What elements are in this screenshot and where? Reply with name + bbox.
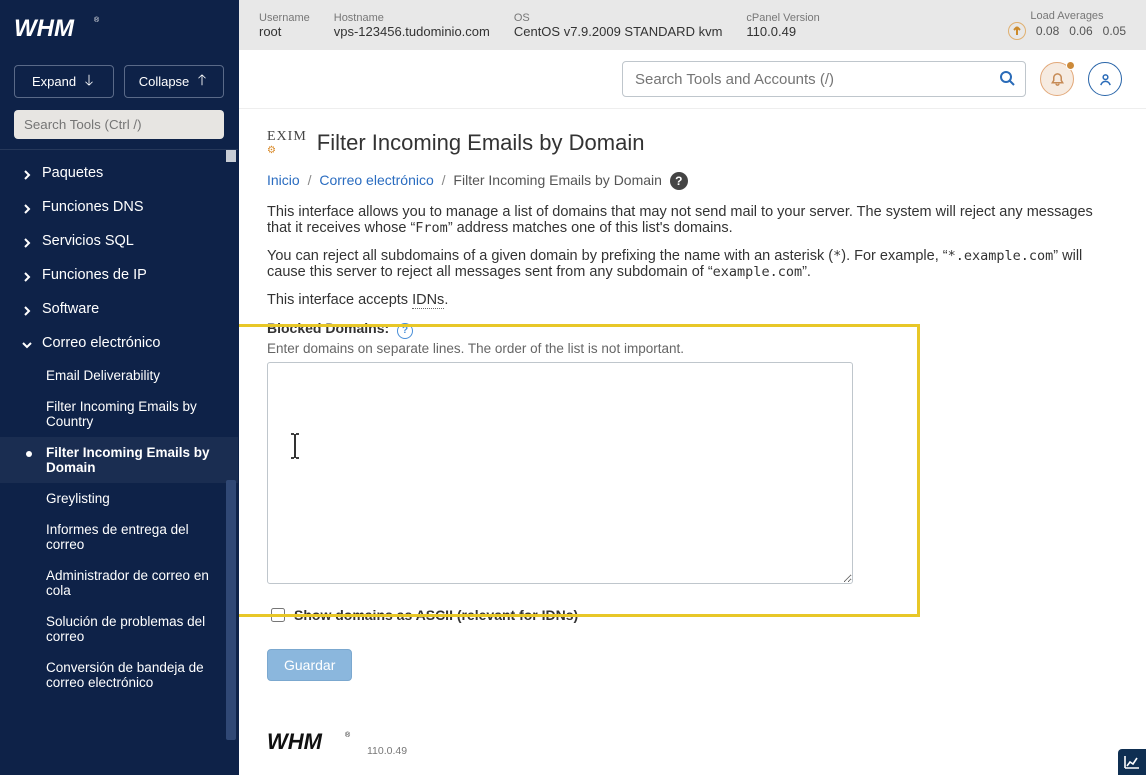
load-1: 0.08 <box>1036 24 1059 38</box>
intro-paragraph-1: This interface allows you to manage a li… <box>267 204 1116 236</box>
footer-version: 110.0.49 <box>367 745 407 757</box>
bell-icon <box>1050 72 1065 87</box>
chevron-down-icon <box>22 338 32 348</box>
nav-correo[interactable]: Correo electrónico <box>0 326 238 360</box>
scroll-thumb[interactable] <box>226 480 236 740</box>
load-averages: Load Averages 0.08 0.06 0.05 <box>1008 10 1126 40</box>
svg-text:®: ® <box>345 731 351 739</box>
nav-sub-informes-entrega[interactable]: Informes de entrega del correo <box>0 514 238 560</box>
notifications-button[interactable] <box>1040 62 1074 96</box>
nav-sub-filter-domain[interactable]: Filter Incoming Emails by Domain <box>0 437 238 483</box>
search-icon[interactable] <box>999 70 1015 89</box>
collapse-label: Collapse <box>139 74 190 89</box>
svg-text:WHM: WHM <box>14 15 75 42</box>
nav-sub-filter-country[interactable]: Filter Incoming Emails by Country <box>0 391 238 437</box>
footer-logo: WHM ® 110.0.49 <box>267 727 1116 757</box>
nav-funciones-ip[interactable]: Funciones de IP <box>0 258 238 292</box>
topbar-hostname: Hostname vps-123456.tudominio.com <box>334 12 490 39</box>
collapse-icon <box>195 73 209 90</box>
expand-label: Expand <box>32 74 76 89</box>
svg-text:®: ® <box>94 16 100 24</box>
save-button[interactable]: Guardar <box>267 649 352 681</box>
load-trend-up-icon <box>1008 22 1026 40</box>
topbar: Username root Hostname vps-123456.tudomi… <box>239 0 1146 50</box>
field-help-icon[interactable]: ? <box>397 323 413 339</box>
toolbar <box>239 50 1146 109</box>
nav-servicios-sql[interactable]: Servicios SQL <box>0 224 238 258</box>
account-button[interactable] <box>1088 62 1122 96</box>
breadcrumb-home[interactable]: Inicio <box>267 172 300 188</box>
chart-icon <box>1124 755 1140 769</box>
scroll-up-arrow-icon[interactable] <box>226 150 236 162</box>
breadcrumb-current: Filter Incoming Emails by Domain <box>453 172 662 188</box>
breadcrumb-email[interactable]: Correo electrónico <box>319 172 433 188</box>
nav-sub-greylisting[interactable]: Greylisting <box>0 483 238 514</box>
intro-paragraph-2: You can reject all subdomains of a given… <box>267 248 1116 280</box>
chevron-right-icon <box>22 236 32 246</box>
sidebar-nav: Paquetes Funciones DNS Servicios SQL Fun… <box>0 149 238 775</box>
tool-search-input[interactable] <box>633 70 999 89</box>
notification-dot-icon <box>1066 61 1075 70</box>
collapse-button[interactable]: Collapse <box>124 65 224 98</box>
expand-icon <box>82 73 96 90</box>
nav-sub-conversion-bandeja[interactable]: Conversión de bandeja de correo electrón… <box>0 652 238 698</box>
svg-text:WHM: WHM <box>267 729 323 754</box>
user-icon <box>1098 72 1113 87</box>
idns-abbr[interactable]: IDNs <box>412 292 444 309</box>
tool-search[interactable] <box>622 61 1026 97</box>
logo: WHM ® <box>0 0 238 57</box>
content: EXIM ⚙ Filter Incoming Emails by Domain … <box>239 109 1146 775</box>
stats-launcher-button[interactable] <box>1118 749 1146 775</box>
nav-sub-email-deliverability[interactable]: Email Deliverability <box>0 360 238 391</box>
blocked-domains-hint: Enter domains on separate lines. The ord… <box>267 341 1116 356</box>
main: Username root Hostname vps-123456.tudomi… <box>239 0 1146 775</box>
load-5: 0.06 <box>1069 24 1092 38</box>
help-icon[interactable]: ? <box>670 172 688 190</box>
nav-sub-solucion-problemas[interactable]: Solución de problemas del correo <box>0 606 238 652</box>
chevron-right-icon <box>22 304 32 314</box>
topbar-os: OS CentOS v7.9.2009 STANDARD kvm <box>514 12 723 39</box>
load-15: 0.05 <box>1103 24 1126 38</box>
show-ascii-label[interactable]: Show domains as ASCII (relevant for IDNs… <box>294 607 578 623</box>
exim-icon: EXIM ⚙ <box>267 129 307 156</box>
show-ascii-checkbox[interactable] <box>271 608 285 622</box>
nav-funciones-dns[interactable]: Funciones DNS <box>0 190 238 224</box>
chevron-right-icon <box>22 202 32 212</box>
nav-sub-admin-cola[interactable]: Administrador de correo en cola <box>0 560 238 606</box>
sidebar-search[interactable] <box>14 110 224 139</box>
topbar-username: Username root <box>259 12 310 39</box>
chevron-right-icon <box>22 270 32 280</box>
blocked-domains-form: 5 Blocked Domains: ? Enter domains on se… <box>267 320 1116 625</box>
sidebar-search-input[interactable] <box>22 116 220 133</box>
nav-paquetes[interactable]: Paquetes <box>0 156 238 190</box>
breadcrumb: Inicio / Correo electrónico / Filter Inc… <box>267 172 1116 190</box>
nav-software[interactable]: Software <box>0 292 238 326</box>
page-title: Filter Incoming Emails by Domain <box>317 130 645 156</box>
sidebar-scrollbar[interactable] <box>230 150 236 775</box>
chevron-right-icon <box>22 168 32 178</box>
intro-paragraph-3: This interface accepts IDNs. <box>267 292 1116 308</box>
blocked-domains-textarea[interactable] <box>267 362 853 584</box>
expand-button[interactable]: Expand <box>14 65 114 98</box>
blocked-domains-label: Blocked Domains: ? <box>267 320 1116 339</box>
topbar-cpanel-version: cPanel Version 110.0.49 <box>746 12 819 39</box>
sidebar: WHM ® Expand Collapse Paquetes Funciones … <box>0 0 239 775</box>
